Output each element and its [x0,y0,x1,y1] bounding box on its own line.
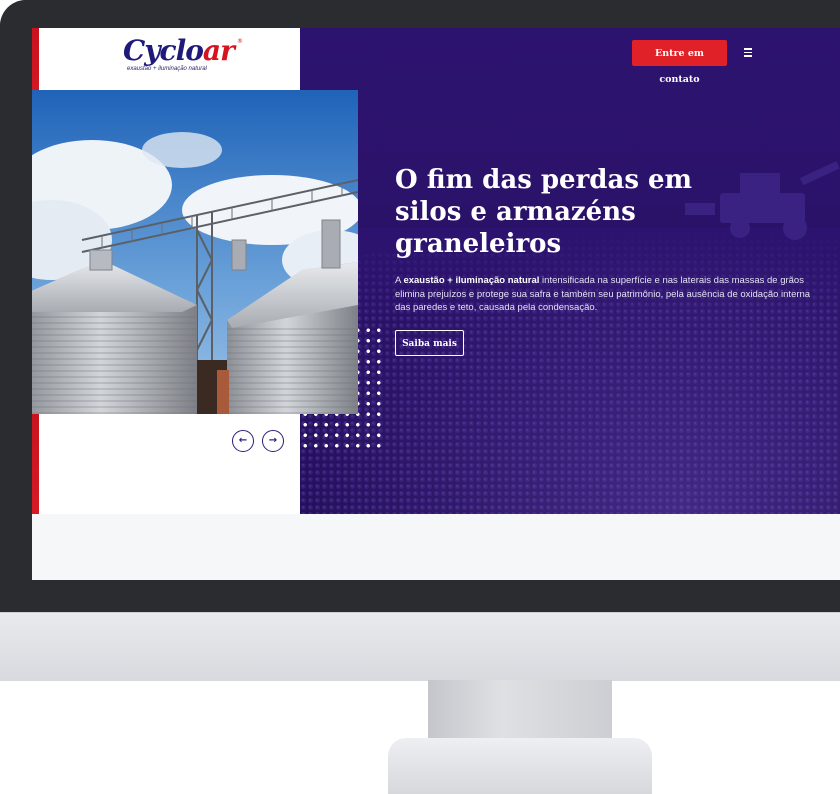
cycloar-logo[interactable]: Cycloar ® exaustão + iluminação natural [123,36,243,76]
monitor-chin [0,612,840,681]
logo-wordmark: Cycloar [123,34,235,67]
arrow-left-icon[interactable]: ← [232,430,254,452]
hamburger-menu-icon[interactable] [744,48,752,58]
website-screen: Cycloar ® exaustão + iluminação natural [32,28,840,580]
logo-tagline: exaustão + iluminação natural [127,66,207,72]
hero-description: A exaustão + iluminação natural intensif… [395,275,811,313]
description-bold: exaustão + iluminação natural [403,275,540,286]
arrow-right-icon[interactable]: → [262,430,284,452]
contact-button[interactable]: Entre em contato [632,40,727,85]
silo-photo [32,90,358,414]
monitor-stand-base [388,738,652,794]
monitor-stand-neck [428,680,612,738]
registered-mark: ® [237,38,243,45]
saiba-mais-button[interactable]: Saiba mais [395,330,464,356]
hero-headline: O fim das perdas em silos e armazéns gra… [395,165,693,259]
